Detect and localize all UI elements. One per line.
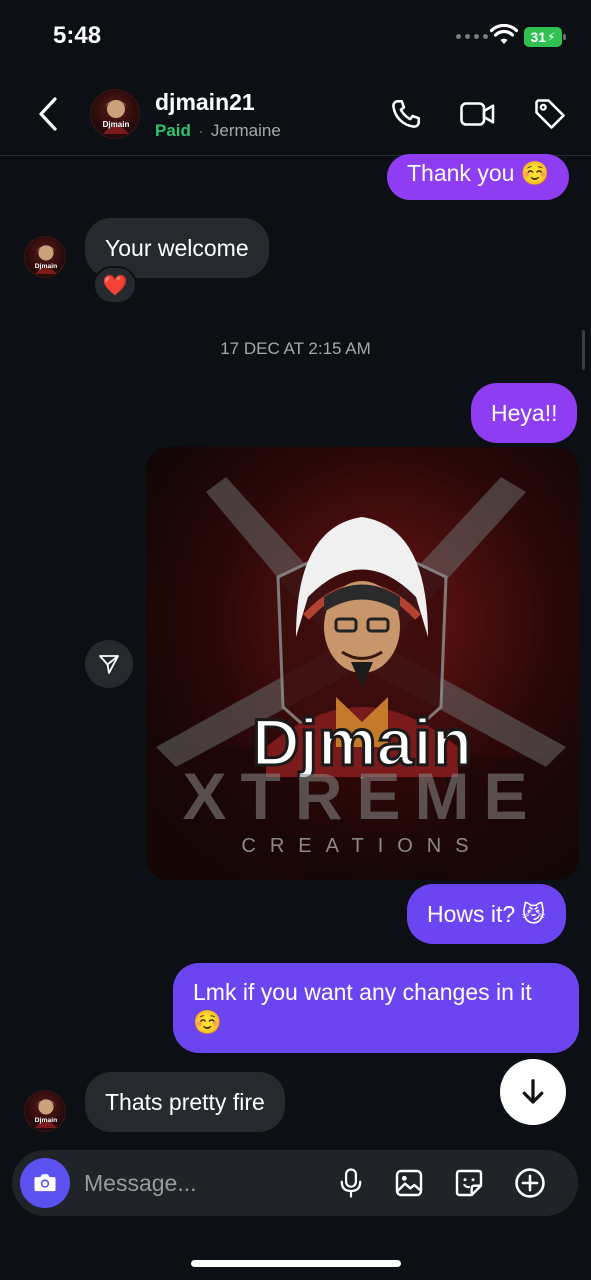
message-text-line-1: Lmk if you want any changes in it	[193, 979, 532, 1005]
arrow-down-icon	[522, 1079, 544, 1104]
camera-icon	[34, 1174, 56, 1192]
heart-reaction[interactable]: ❤️	[93, 266, 137, 304]
contact-full-name: Jermaine	[210, 121, 281, 140]
add-button[interactable]	[512, 1165, 548, 1201]
message-input[interactable]	[84, 1164, 324, 1202]
heart-icon: ❤️	[102, 274, 128, 297]
share-button[interactable]	[85, 640, 133, 688]
sender-avatar[interactable]: Djmain	[24, 1090, 66, 1132]
avatar-label: Djmain	[103, 120, 130, 129]
status-time: 5:48	[53, 22, 102, 49]
paper-plane-icon	[99, 655, 119, 674]
message-outgoing-changes[interactable]: Lmk if you want any changes in it ☺️	[173, 963, 579, 1053]
charging-bolt-icon: ⚡	[547, 30, 556, 44]
video-camera-icon	[460, 102, 495, 126]
chevron-left-icon	[39, 97, 57, 131]
image-icon	[395, 1169, 423, 1197]
avatar-image: Djmain	[35, 245, 57, 274]
message-text-line-2: ☺️	[193, 1009, 222, 1035]
message-timestamp: 17 DEC AT 2:15 AM	[220, 339, 371, 358]
message-outgoing-heya[interactable]: Heya!!	[471, 383, 578, 443]
back-button[interactable]	[30, 94, 66, 134]
message-composer	[12, 1150, 578, 1216]
contact-avatar[interactable]: Djmain	[90, 89, 140, 139]
tag-icon	[535, 99, 565, 129]
voice-message-button[interactable]	[333, 1165, 369, 1201]
logo-artwork: Djmain XTREME CREATIONS	[146, 447, 579, 880]
sticker-icon	[455, 1169, 483, 1197]
image-message[interactable]: Djmain XTREME CREATIONS	[146, 447, 579, 880]
camera-button[interactable]	[20, 1158, 70, 1208]
sender-avatar[interactable]: Djmain	[24, 236, 66, 278]
avatar-label: Djmain	[35, 263, 57, 270]
plus-circle-icon	[515, 1168, 545, 1198]
sticker-button[interactable]	[451, 1165, 487, 1201]
video-call-button[interactable]	[458, 94, 498, 134]
paid-status-badge: Paid	[155, 121, 191, 140]
message-incoming-pretty-fire[interactable]: Thats pretty fire	[85, 1072, 285, 1132]
contact-subtitle: Paid · Jermaine	[155, 121, 281, 141]
status-bar: 5:48 31 ⚡	[0, 0, 591, 72]
phone-icon	[392, 99, 421, 128]
scroll-to-bottom-button[interactable]	[500, 1059, 566, 1125]
subtitle-separator: ·	[198, 124, 203, 138]
home-indicator[interactable]	[191, 1260, 401, 1267]
signal-dots-icon	[456, 34, 488, 39]
avatar-label: Djmain	[35, 1117, 57, 1124]
scrollbar[interactable]	[582, 330, 585, 370]
tag-button[interactable]	[530, 94, 570, 134]
call-button[interactable]	[386, 94, 426, 134]
avatar-image: Djmain	[35, 1099, 57, 1128]
logo-tagline: CREATIONS	[241, 835, 482, 857]
battery-level: 31	[530, 29, 547, 45]
wifi-icon	[490, 24, 518, 44]
microphone-icon	[340, 1168, 362, 1198]
gallery-button[interactable]	[391, 1165, 427, 1201]
logo-subtitle: XTREME	[182, 759, 541, 833]
battery-indicator: 31 ⚡	[524, 27, 566, 47]
contact-username[interactable]: djmain21	[155, 89, 255, 116]
avatar-image: Djmain	[103, 100, 130, 134]
message-outgoing-hows-it[interactable]: Hows it? 😼	[407, 884, 566, 944]
chat-header: Djmain djmain21 Paid · Jermaine	[0, 72, 591, 156]
message-outgoing-thank-you[interactable]: Thank you ☺️	[387, 154, 570, 200]
